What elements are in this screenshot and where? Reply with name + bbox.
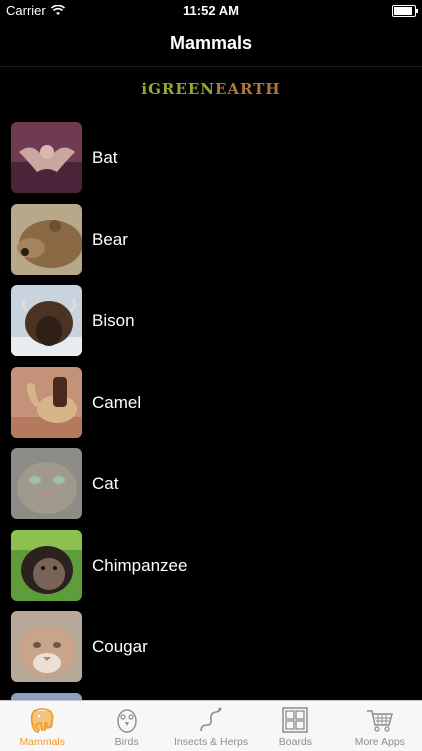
igreenearth-logo: iGREENEARTH — [141, 80, 281, 98]
cougar-thumbnail — [11, 611, 82, 682]
tab-bar: Mammals Birds Insects & Herps Boards Mor… — [0, 700, 422, 751]
tab-insects-herps[interactable]: Insects & Herps — [169, 701, 253, 751]
list-item-camel[interactable]: Camel — [0, 359, 422, 441]
tab-more-apps[interactable]: More Apps — [338, 701, 422, 751]
list-item-cougar[interactable]: Cougar — [0, 603, 422, 685]
bat-thumbnail — [11, 122, 82, 193]
tab-label: Boards — [278, 736, 313, 748]
tab-label: More Apps — [354, 736, 405, 748]
battery-icon — [392, 5, 418, 17]
page-title: Mammals — [169, 33, 253, 53]
list-item-label: Bison — [92, 311, 135, 330]
cat-thumbnail — [11, 448, 82, 519]
list-item-label: Camel — [92, 392, 142, 412]
list-item-chimpanzee[interactable]: Chimpanzee — [0, 522, 422, 604]
bear-thumbnail — [11, 203, 82, 275]
snake-icon — [200, 707, 222, 732]
partial-thumbnail — [11, 692, 82, 700]
list-item-bear[interactable]: Bear — [0, 196, 422, 278]
animal-list[interactable]: Bat Bear Bison Camel Cat Chimpanzee Coug… — [0, 114, 422, 700]
navigation-bar: Mammals — [0, 22, 422, 67]
tab-label: Insects & Herps — [173, 736, 249, 748]
list-item-label: Bear — [92, 229, 128, 249]
list-item-cat[interactable]: Cat — [0, 440, 422, 522]
list-item-bison[interactable]: Bison — [0, 277, 422, 359]
list-item-label: Bat — [92, 148, 118, 167]
list-item-label: Chimpanzee — [92, 555, 188, 575]
list-item-label: Cat — [92, 474, 119, 493]
tab-label: Birds — [114, 736, 139, 748]
status-time: 11:52 AM — [183, 3, 239, 18]
boards-icon — [282, 707, 309, 733]
list-item-label: Cougar — [92, 637, 148, 656]
status-bar: Carrier 11:52 AM — [0, 0, 422, 22]
tab-mammals[interactable]: Mammals — [0, 701, 84, 751]
bird-icon — [116, 709, 137, 733]
cart-icon — [366, 710, 393, 732]
list-item-partial[interactable] — [0, 685, 422, 700]
chimpanzee-thumbnail — [11, 529, 82, 601]
camel-thumbnail — [11, 366, 82, 438]
bison-thumbnail — [11, 285, 82, 356]
tab-boards[interactable]: Boards — [253, 701, 337, 751]
list-item-bat[interactable]: Bat — [0, 114, 422, 196]
elephant-icon — [31, 708, 54, 733]
tab-birds[interactable]: Birds — [84, 701, 168, 751]
tab-label: Mammals — [19, 736, 65, 748]
